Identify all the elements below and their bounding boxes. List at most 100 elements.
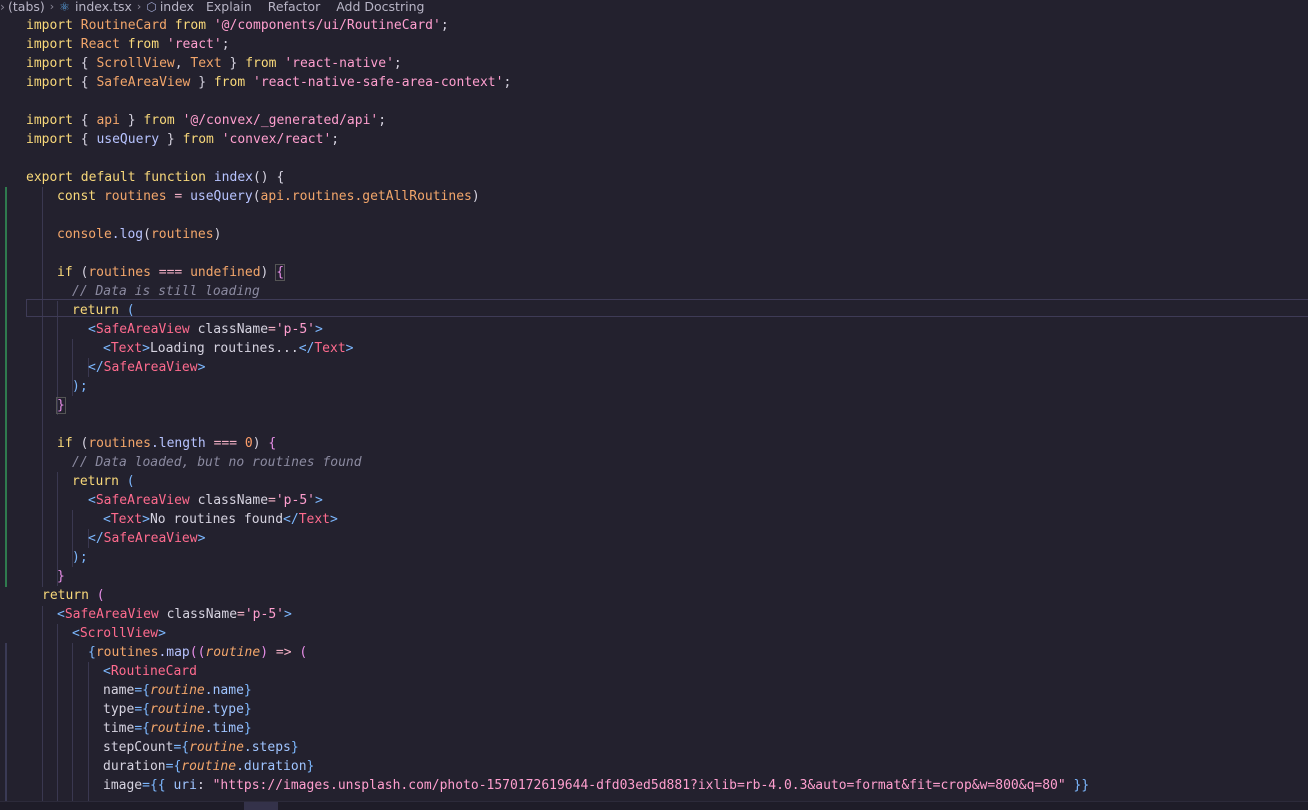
chevron-right-icon: › [49,0,55,13]
code-token: 'p-5' [244,607,284,622]
code-token: ={ [173,740,190,755]
current-line-highlight [26,299,1308,317]
code-line: return ( [72,301,135,320]
code-token: }} [1073,778,1090,793]
git-modified-marker [5,643,7,803]
code-token: import [26,132,73,147]
code-token: } [290,740,299,755]
code-token: </ [298,341,315,356]
code-token: ; [393,56,402,71]
code-token: return [72,303,119,318]
code-token: from [127,37,160,52]
code-token: Text [110,341,143,356]
code-token: } [127,113,136,128]
panel-tab-active[interactable] [244,802,278,810]
breadcrumb-folder[interactable]: (tabs) [8,0,45,14]
code-token: (( [189,645,206,660]
code-line: <Text>Loading routines...</Text> [103,339,353,358]
code-token: from [245,56,277,71]
code-token: time [103,721,135,736]
code-token: = [174,189,183,204]
code-line: ); [72,548,88,567]
code-line: // Data is still loading [72,282,260,301]
code-token: routine [205,645,261,660]
code-token: 'convex/react' [221,132,332,147]
code-line: import { ScrollView, Text } from 'react-… [26,54,402,73]
code-token: === [158,265,183,280]
code-token: routine [189,740,244,755]
code-line: {routines.map((routine) => ( [88,643,307,662]
code-line: image={{ uri: "https://images.unsplash.c… [103,776,1089,795]
code-token: .steps [243,740,291,755]
code-token: ScrollView [79,626,159,641]
code-token: ( [126,303,135,318]
code-token: ) [252,436,261,451]
code-token: routine [149,702,205,717]
code-line: <SafeAreaView className='p-5'> [88,320,323,339]
code-token: < [103,341,111,356]
code-token: < [57,607,65,622]
code-token: ( [96,588,105,603]
code-line: import { api } from '@/convex/_generated… [26,111,386,130]
code-token: = [268,322,276,337]
code-token: < [72,626,80,641]
code-token: return [72,474,119,489]
code-line: // Data loaded, but no routines found [72,453,362,472]
codelens-refactor[interactable]: Refactor [268,0,320,14]
chevron-left-icon: › [0,0,5,14]
code-token: 'react-native' [284,56,394,71]
code-token: } [56,397,66,414]
code-token: ; [503,75,512,90]
code-token: > [142,341,150,356]
code-token: 'p-5' [275,322,315,337]
code-token: undefined [190,265,261,280]
code-line: name={routine.name} [103,681,252,700]
code-token: .time [204,721,244,736]
code-line: duration={routine.duration} [103,757,314,776]
code-token: ) [471,189,480,204]
code-token: </ [283,512,299,527]
code-token: routines [88,436,151,451]
code-token: '@/convex/_generated/api' [182,113,379,128]
code-token: if [57,436,73,451]
code-token: < [88,493,96,508]
code-token: } [243,721,252,736]
code-token: api.routines.getAllRoutines [260,189,472,204]
code-token: routine [181,759,237,774]
code-line: } [57,567,65,586]
code-token: import [26,18,73,33]
code-line: type={routine.type} [103,700,252,719]
code-token: { [80,132,89,147]
code-token: : [196,778,205,793]
codelens-explain[interactable]: Explain [206,0,252,14]
code-token: ); [72,550,88,565]
code-token: { [80,56,89,71]
code-token: ; [221,37,230,52]
code-token: routine [149,721,205,736]
code-token: return [42,588,89,603]
code-line: import { SafeAreaView } from 'react-nati… [26,73,511,92]
code-token: name [103,683,135,698]
indent-guide [57,624,58,804]
code-token: } [243,702,252,717]
codelens-add-docstring[interactable]: Add Docstring [336,0,424,14]
code-line: console.log(routines) [57,225,221,244]
code-line: import RoutineCard from '@/components/ui… [26,16,449,35]
code-token: from [174,18,207,33]
code-token: 'p-5' [275,493,315,508]
code-token: .log [111,227,144,242]
code-comment: // Data loaded, but no routines found [72,455,362,470]
code-token: > [315,322,323,337]
code-editor[interactable]: import RoutineCard from '@/components/ui… [0,16,1308,806]
code-token: import [26,37,73,52]
code-token: api [96,113,120,128]
breadcrumb-symbol[interactable]: index [160,0,194,14]
breadcrumb-file[interactable]: index.tsx [75,0,132,14]
code-token: ={ [134,702,150,717]
code-token: duration [103,759,166,774]
code-token: routines [95,645,159,660]
code-token: > [315,493,323,508]
code-line: const routines = useQuery(api.routines.g… [57,187,480,206]
code-token: { [88,645,96,660]
indent-guide [72,643,73,803]
